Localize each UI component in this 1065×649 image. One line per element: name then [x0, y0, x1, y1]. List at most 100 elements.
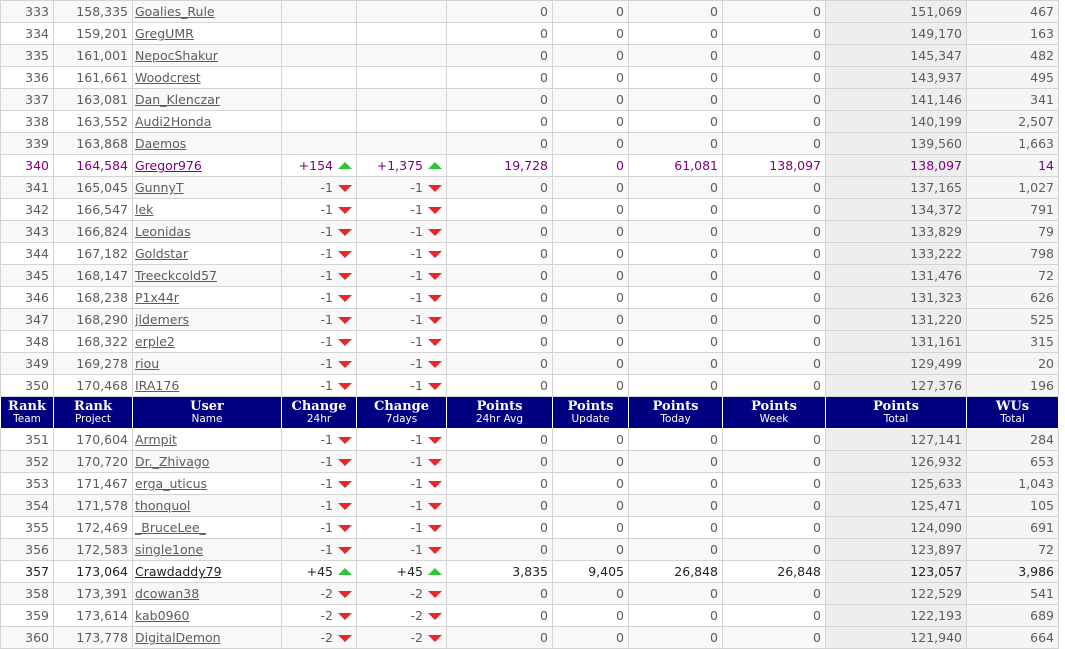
rank-team-cell: 355	[0, 516, 54, 539]
user-link[interactable]: IRA176	[135, 378, 179, 393]
points-week-cell: 0	[722, 22, 826, 45]
user-link[interactable]: thonquol	[135, 498, 190, 513]
table-row: 359 173,614 kab0960 -2 -2 0 0 0 0 122,193 689	[0, 604, 1059, 627]
header-change-24hr[interactable]: Change 24hr	[281, 396, 357, 429]
stats-table-container: 333 158,335 Goalies_Rule 0 0 0 0 151,069 467 334 1…	[0, 0, 1059, 649]
wus-total-cell: 1,663	[966, 132, 1059, 155]
table-row: 349 169,278 riou -1 -1 0 0 0 0 129,499 20	[0, 352, 1059, 375]
user-link[interactable]: Dan_Klenczar	[135, 92, 220, 107]
user-link[interactable]: Treeckcold57	[135, 268, 217, 283]
points-avg-cell: 0	[446, 582, 553, 605]
table-row: 357 173,064 Crawdaddy79 +45 +45 3,835 9,405 26,…	[0, 560, 1059, 583]
table-row: 355 172,469 _BruceLee_ -1 -1 0 0 0 0 124,090 691	[0, 516, 1059, 539]
header-rank-team[interactable]: Rank Team	[0, 396, 54, 429]
points-today-cell: 0	[628, 110, 723, 133]
user-link[interactable]: Armpit	[135, 432, 177, 447]
user-link[interactable]: P1x44r	[135, 290, 179, 305]
points-total-cell: 127,376	[825, 374, 967, 397]
user-link[interactable]: erple2	[135, 334, 175, 349]
table-row: 342 166,547 lek -1 -1 0 0 0 0 134,372 791	[0, 198, 1059, 221]
user-cell: GregUMR	[132, 22, 282, 45]
header-points-total[interactable]: Points Total	[825, 396, 967, 429]
rank-team-cell: 348	[0, 330, 54, 353]
points-update-cell: 0	[552, 88, 629, 111]
points-week-cell: 0	[722, 516, 826, 539]
user-link[interactable]: Crawdaddy79	[135, 564, 222, 579]
wus-total-cell: 664	[966, 626, 1059, 649]
table-row: 354 171,578 thonquol -1 -1 0 0 0 0 125,471 105	[0, 494, 1059, 517]
change-7days-cell	[356, 44, 447, 67]
user-link[interactable]: dcowan38	[135, 586, 199, 601]
rank-team-cell: 350	[0, 374, 54, 397]
wus-total-cell: 791	[966, 198, 1059, 221]
table-row: 339 163,868 Daemos 0 0 0 0 139,560 1,663	[0, 132, 1059, 155]
points-today-cell: 61,081	[628, 154, 723, 177]
user-link[interactable]: single1one	[135, 542, 203, 557]
user-link[interactable]: jldemers	[135, 312, 189, 327]
points-total-cell: 126,932	[825, 450, 967, 473]
header-wus-total[interactable]: WUs Total	[966, 396, 1059, 429]
header-user[interactable]: User Name	[132, 396, 282, 429]
user-link[interactable]: GunnyT	[135, 180, 184, 195]
points-total-cell: 131,476	[825, 264, 967, 287]
user-cell: Treeckcold57	[132, 264, 282, 287]
header-rank-project[interactable]: Rank Project	[53, 396, 133, 429]
user-link[interactable]: Gregor976	[135, 158, 202, 173]
user-link[interactable]: Dr._Zhivago	[135, 454, 209, 469]
points-avg-cell: 0	[446, 428, 553, 451]
points-today-cell: 0	[628, 538, 723, 561]
rank-project-cell: 168,238	[53, 286, 133, 309]
header-change-7days[interactable]: Change 7days	[356, 396, 447, 429]
points-today-cell: 0	[628, 604, 723, 627]
user-link[interactable]: Goalies_Rule	[135, 4, 215, 19]
points-week-cell: 0	[722, 494, 826, 517]
change-24hr-cell: -1	[281, 330, 357, 353]
user-link[interactable]: Woodcrest	[135, 70, 201, 85]
arrow-down-icon	[338, 295, 352, 302]
user-link[interactable]: kab0960	[135, 608, 189, 623]
change-7days-cell: -1	[356, 374, 447, 397]
user-cell: Daemos	[132, 132, 282, 155]
table-row: 346 168,238 P1x44r -1 -1 0 0 0 0 131,323 626	[0, 286, 1059, 309]
points-today-cell: 0	[628, 132, 723, 155]
change-24hr-cell: -1	[281, 264, 357, 287]
header-points-week[interactable]: Points Week	[722, 396, 826, 429]
change-7days-cell	[356, 110, 447, 133]
header-points-today[interactable]: Points Today	[628, 396, 723, 429]
user-cell: Dan_Klenczar	[132, 88, 282, 111]
arrow-down-icon	[428, 591, 442, 598]
points-total-cell: 122,529	[825, 582, 967, 605]
user-link[interactable]: Audi2Honda	[135, 114, 211, 129]
user-cell: Goalies_Rule	[132, 0, 282, 23]
user-link[interactable]: GregUMR	[135, 26, 194, 41]
change-value: -1	[410, 378, 423, 393]
user-link[interactable]: erga_uticus	[135, 476, 207, 491]
change-value: -1	[410, 246, 423, 261]
change-24hr-cell: -1	[281, 242, 357, 265]
user-link[interactable]: _BruceLee_	[135, 520, 206, 535]
change-value: -1	[410, 180, 423, 195]
user-link[interactable]: riou	[135, 356, 159, 371]
user-link[interactable]: Daemos	[135, 136, 186, 151]
header-points-update[interactable]: Points Update	[552, 396, 629, 429]
rank-team-cell: 359	[0, 604, 54, 627]
change-value: -1	[410, 334, 423, 349]
header-points-avg[interactable]: Points 24hr Avg	[446, 396, 553, 429]
user-link[interactable]: Goldstar	[135, 246, 188, 261]
user-cell: NepocShakur	[132, 44, 282, 67]
table-row: 344 167,182 Goldstar -1 -1 0 0 0 0 133,222 798	[0, 242, 1059, 265]
rank-project-cell: 161,661	[53, 66, 133, 89]
user-link[interactable]: NepocShakur	[135, 48, 218, 63]
change-value: -1	[410, 542, 423, 557]
wus-total-cell: 691	[966, 516, 1059, 539]
arrow-down-icon	[338, 437, 352, 444]
change-7days-cell	[356, 22, 447, 45]
change-7days-cell: -1	[356, 428, 447, 451]
user-link[interactable]: DigitalDemon	[135, 630, 221, 645]
points-today-cell: 0	[628, 44, 723, 67]
rank-project-cell: 169,278	[53, 352, 133, 375]
user-link[interactable]: Leonidas	[135, 224, 191, 239]
points-update-cell: 9,405	[552, 560, 629, 583]
rank-project-cell: 170,720	[53, 450, 133, 473]
user-link[interactable]: lek	[135, 202, 153, 217]
